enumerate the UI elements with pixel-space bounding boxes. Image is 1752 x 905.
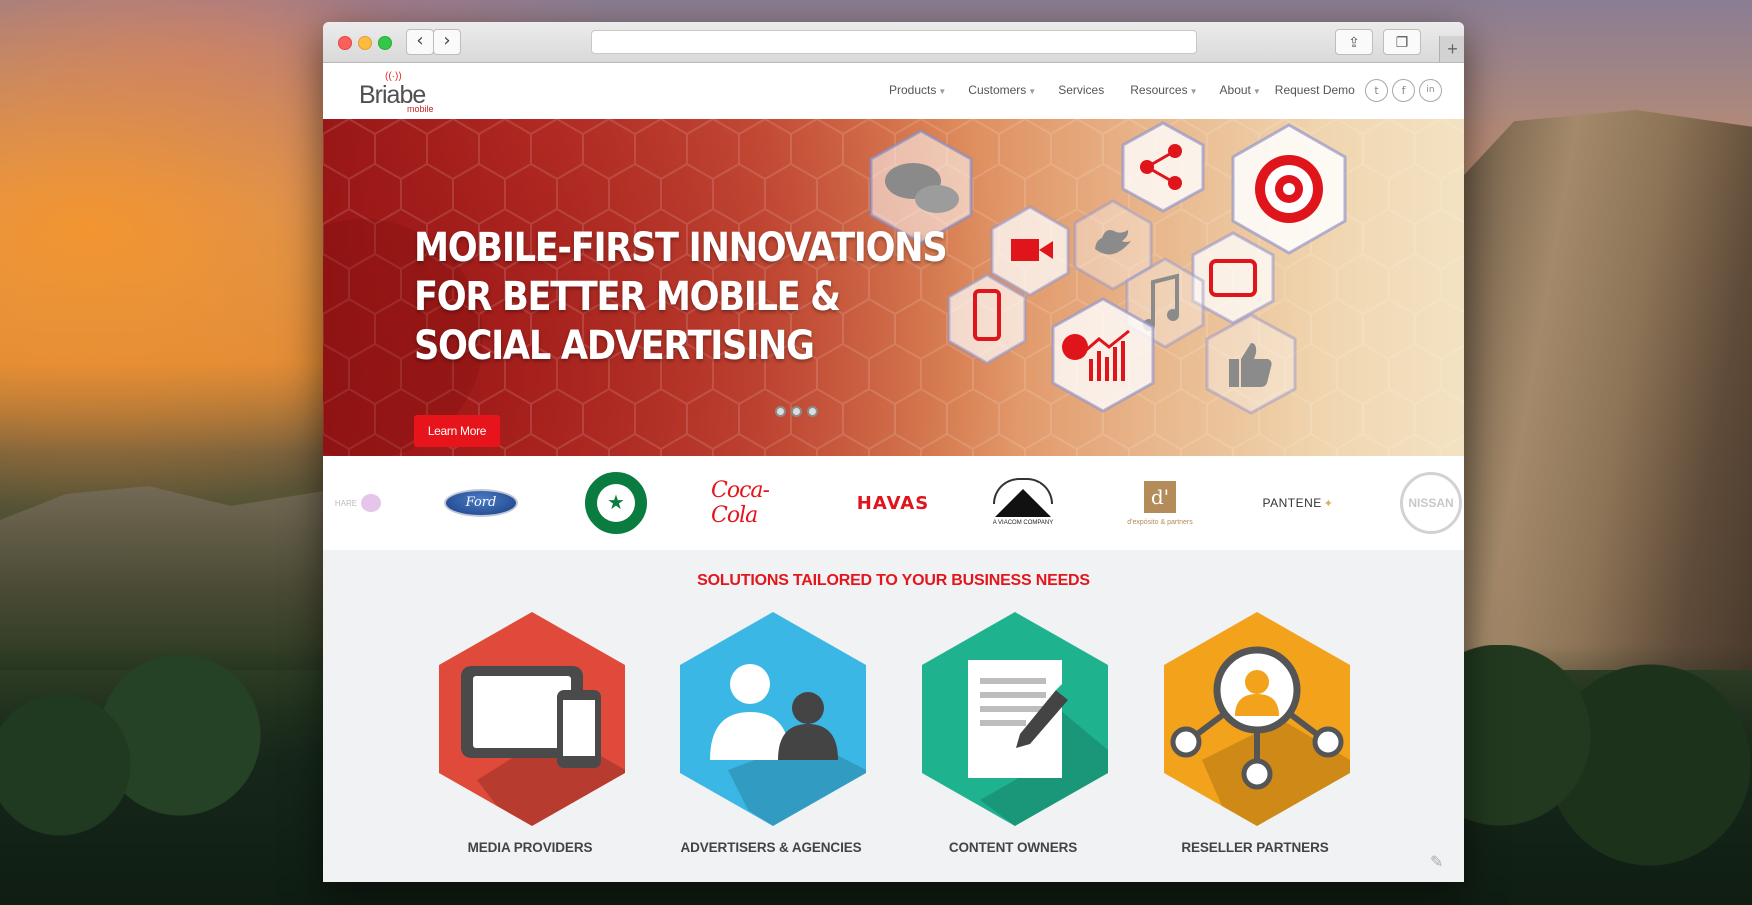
slider-dots [775,406,818,417]
solutions-heading: SOLUTIONS TAILORED TO YOUR BUSINESS NEED… [697,572,1090,589]
site-header: ((·)) Briabe mobile Products ▼ Customers ▼… [323,63,1464,119]
browser-window: ‹ › ⇪ ❐ + ((·)) Briabe mobile Products ▼ … [323,22,1464,882]
solution-media-providers[interactable]: MEDIA PROVIDERS [435,610,625,855]
dexposito-text: d'expósito & partners [1127,518,1193,526]
nav-label: Customers [968,83,1027,97]
caret-down-icon: ▼ [1028,87,1037,96]
nav-customers[interactable]: Customers ▼ [968,83,1036,97]
solution-label: RESELLER PARTNERS [1181,840,1329,855]
learn-more-button[interactable]: Learn More [414,415,500,447]
hero-headline: MOBILE-FIRST INNOVATIONS FOR BETTER MOBI… [414,224,948,371]
briabe-logo[interactable]: ((·)) Briabe mobile [359,71,449,114]
dexposito-mark: d' [1144,480,1176,513]
nav-resources[interactable]: Resources ▼ [1130,83,1197,97]
browser-titlebar: ‹ › ⇪ ❐ + [323,22,1464,63]
nav-label: Request Demo [1274,83,1355,97]
devices-icon [439,612,625,826]
paramount-stars-arc [993,478,1053,504]
new-tab-button[interactable]: + [1439,36,1464,62]
wallpaper-cliff [1462,110,1752,670]
havas-logo: HAVAS [856,492,930,514]
nav-label: Products [889,83,937,97]
starbucks-mark: ★ [597,484,635,522]
nav-services[interactable]: Services [1058,83,1104,97]
starbucks-logo: ★ [585,456,647,550]
document-pen-icon [922,612,1108,826]
ford-logo-text: Ford [444,489,518,517]
nav-label: Services [1058,83,1105,97]
logo-subtext: mobile [407,104,434,114]
minimize-window-button[interactable] [358,36,372,50]
share-icon [1121,121,1205,213]
dexposito-logo: d' d'expósito & partners [1115,456,1205,550]
coca-cola-logo: Coca-Cola [711,478,770,528]
nissan-text: NISSAN [1400,472,1462,534]
starbucks-ring: ★ [585,472,647,534]
solution-label: MEDIA PROVIDERS [467,840,593,855]
hero-banner: MOBILE-FIRST INNOVATIONS FOR BETTER MOBI… [323,119,1464,456]
sparkle-icon: ✦ [1323,497,1334,510]
pantene-logo: PANTENE ✦ [1253,456,1343,550]
pantene-text: PANTENE [1262,496,1322,510]
network-user-icon [1164,612,1350,826]
facebook-icon[interactable]: f [1392,79,1415,102]
slide-dot[interactable] [775,406,786,417]
linkedin-icon[interactable]: in [1419,79,1442,102]
target-icon [1231,123,1347,255]
caret-down-icon: ▼ [1252,87,1261,96]
slide-dot[interactable] [807,406,818,417]
solution-reseller-partners[interactable]: RESELLER PARTNERS [1160,610,1350,855]
client-logo-strip: HARE Ford ★ Coca-Cola HAVAS Paramount A … [323,456,1464,550]
hero-headline-line: FOR BETTER MOBILE & [414,274,841,320]
nav-request-demo[interactable]: Request Demo [1275,83,1355,97]
share-button[interactable]: ⇪ [1335,29,1373,55]
hero-headline-line: MOBILE-FIRST INNOVATIONS [414,225,948,271]
solution-label: CONTENT OWNERS [948,840,1078,855]
paramount-subtext: A VIACOM COMPANY [992,519,1054,526]
back-button[interactable]: ‹ [406,29,434,55]
smartphone-icon [947,273,1027,365]
twitter-icon[interactable]: t [1365,79,1388,102]
close-window-button[interactable] [338,36,352,50]
slide-dot[interactable] [791,406,802,417]
ford-logo: Ford [443,456,519,550]
feedback-icon[interactable]: ✎ [1430,852,1450,872]
video-camera-icon [990,205,1070,297]
forward-button[interactable]: › [433,29,461,55]
thumbs-up-icon [1205,313,1297,415]
caret-down-icon: ▼ [1189,87,1198,96]
address-bar[interactable] [591,30,1197,54]
people-icon [680,612,866,826]
tablet-icon [1191,231,1275,325]
solution-label: ADVERTISERS & AGENCIES [680,840,862,855]
nissan-logo: NISSAN [1398,456,1464,550]
main-navigation: Products ▼ Customers ▼ Services Resources ▼… [889,83,1377,97]
show-tabs-button[interactable]: ❐ [1383,29,1421,55]
social-links: t f in [1365,79,1442,102]
wallpaper-ridge [0,486,330,670]
partial-logo-mark [361,494,382,512]
solution-content-owners[interactable]: CONTENT OWNERS [918,610,1108,855]
zoom-window-button[interactable] [378,36,392,50]
nav-about[interactable]: About ▼ [1220,83,1261,97]
partial-logo-text: HARE [334,498,358,508]
solutions-section: SOLUTIONS TAILORED TO YOUR BUSINESS NEED… [323,550,1464,882]
caret-down-icon: ▼ [938,87,947,96]
partial-logo: HARE [323,456,393,550]
hero-headline-line: SOCIAL ADVERTISING [414,323,815,369]
nav-label: About [1219,83,1251,97]
nav-products[interactable]: Products ▼ [889,83,946,97]
solution-advertisers-agencies[interactable]: ADVERTISERS & AGENCIES [676,610,866,855]
paramount-logo: Paramount A VIACOM COMPANY [991,456,1055,550]
paramount-name: Paramount [1005,483,1041,490]
nav-label: Resources [1130,83,1188,97]
